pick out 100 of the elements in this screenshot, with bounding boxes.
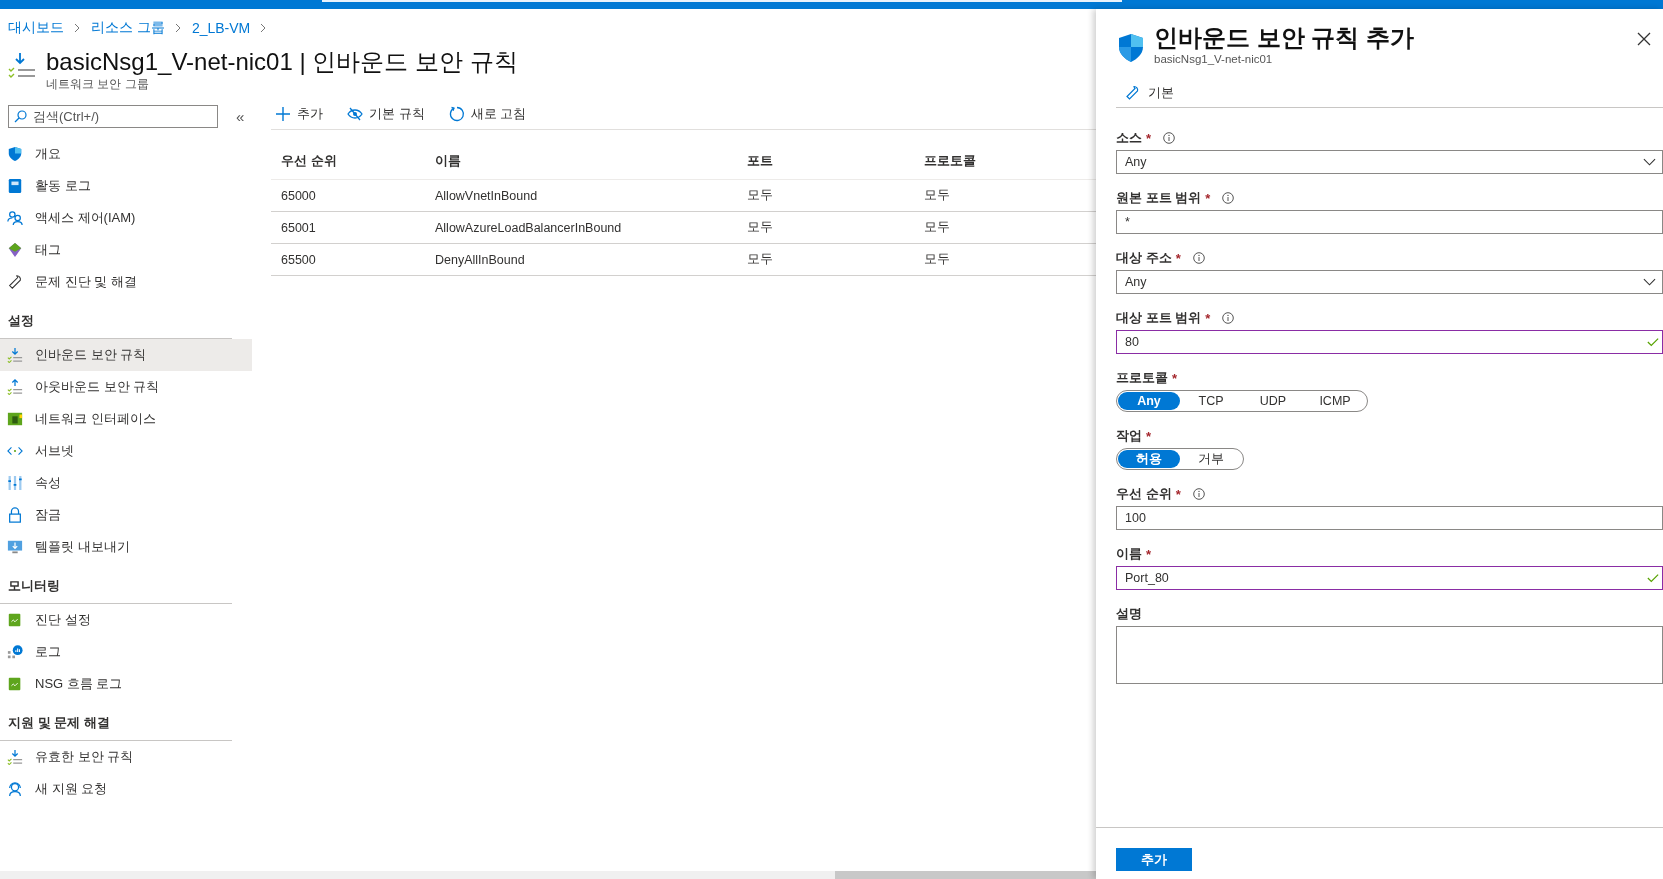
field-label: 대상 주소 [1116, 249, 1172, 267]
plus-icon [275, 106, 291, 122]
required-mark: * [1175, 486, 1181, 502]
field-label: 원본 포트 범위 [1116, 189, 1202, 207]
sidebar-item[interactable]: 문제 진단 및 해결 [0, 266, 252, 298]
wrench-icon [1124, 85, 1140, 101]
chevron-right-icon [260, 23, 268, 33]
table-cell: 65001 [271, 211, 425, 244]
dropdown[interactable]: Any [1116, 150, 1663, 174]
people-icon [7, 210, 23, 226]
table-cell: DenyAllInBound [425, 243, 737, 276]
required-mark: * [1205, 190, 1211, 206]
description-field[interactable] [1116, 626, 1663, 684]
input-field[interactable]: 80 [1116, 330, 1663, 354]
info-icon[interactable] [1222, 312, 1235, 324]
close-icon [1637, 32, 1651, 46]
toggle-option[interactable]: TCP [1180, 392, 1242, 410]
section-heading: 지원 및 문제 해결 [0, 700, 232, 741]
toggle-option[interactable]: 거부 [1180, 450, 1242, 468]
column-header: 이름 [425, 143, 737, 180]
table-cell: AllowAzureLoadBalancerInBound [425, 211, 737, 244]
input-field[interactable]: Port_80 [1116, 566, 1663, 590]
sidebar-item[interactable]: 유효한 보안 규칙 [0, 741, 252, 773]
list-download-icon [7, 749, 23, 765]
checkmark-icon [1647, 573, 1659, 583]
required-mark: * [1146, 546, 1152, 562]
sidebar-item[interactable]: 활동 로그 [0, 170, 252, 202]
toolbar-button[interactable]: 기본 규칙 [343, 105, 429, 123]
tab[interactable]: 기본 [1124, 84, 1174, 102]
person-headset-icon [7, 781, 23, 797]
toggle-option[interactable]: UDP [1242, 392, 1304, 410]
search-icon [14, 110, 27, 123]
book-icon [7, 178, 23, 194]
toolbar-button[interactable]: 추가 [271, 105, 327, 123]
sidebar-item[interactable]: 아웃바운드 보안 규칙 [0, 371, 252, 403]
info-icon[interactable] [1192, 488, 1205, 500]
breadcrumb-link[interactable]: 리소스 그룹 [91, 19, 165, 37]
chevron-right-icon [174, 23, 182, 33]
sidebar-item[interactable]: 네트워크 인터페이스 [0, 403, 252, 435]
info-icon[interactable] [1163, 132, 1176, 144]
table-cell: 모두 [737, 211, 914, 244]
breadcrumb-link[interactable]: 2_LB-VM [191, 20, 251, 36]
eye-slash-icon [347, 106, 363, 122]
chart-bubble-icon [7, 644, 23, 660]
list-upload-icon [7, 379, 23, 395]
list-download-icon [7, 347, 23, 363]
chevron-right-icon [74, 23, 81, 33]
required-mark: * [1146, 428, 1152, 444]
info-icon[interactable] [1192, 252, 1205, 264]
table-cell: 65000 [271, 179, 425, 212]
add-button[interactable]: 추가 [1116, 848, 1192, 871]
info-icon[interactable] [1222, 192, 1235, 204]
scrollbar[interactable] [0, 871, 1096, 879]
close-button[interactable] [1637, 31, 1653, 47]
refresh-icon [448, 106, 465, 122]
table-cell: AllowVnetInBound [425, 179, 737, 212]
sidebar-item[interactable]: 서브넷 [0, 435, 252, 467]
sidebar-item[interactable]: 잠금 [0, 499, 252, 531]
sidebar-item[interactable]: 로그 [0, 636, 252, 668]
chevron-down-icon [1643, 158, 1656, 166]
network-card-icon [7, 411, 23, 427]
dropdown[interactable]: Any [1116, 270, 1663, 294]
sidebar-item[interactable]: 태그 [0, 234, 252, 266]
column-header: 우선 순위 [271, 143, 425, 180]
sidebar-item[interactable]: 진단 설정 [0, 604, 252, 636]
toggle-option[interactable]: ICMP [1304, 392, 1366, 410]
field-label: 대상 포트 범위 [1116, 309, 1202, 327]
lock-icon [7, 507, 23, 523]
required-mark: * [1205, 310, 1211, 326]
table-cell: 65500 [271, 243, 425, 276]
sliders-icon [7, 475, 23, 491]
required-mark: * [1146, 130, 1152, 146]
page-subtitle: 네트워크 보안 그룹 [46, 77, 150, 91]
search-field[interactable]: 검색(Ctrl+/) [8, 105, 218, 128]
shield-icon [1118, 33, 1144, 63]
sidebar-item[interactable]: 템플릿 내보내기 [0, 531, 252, 563]
checkmark-icon [1647, 337, 1659, 347]
column-header: 포트 [737, 143, 914, 180]
field-label: 작업 [1116, 427, 1142, 445]
shield-icon [7, 146, 23, 162]
sidebar-item[interactable]: 속성 [0, 467, 252, 499]
sidebar-item[interactable]: 새 지원 요청 [0, 773, 252, 805]
input-field[interactable]: * [1116, 210, 1663, 234]
toggle-option[interactable]: 허용 [1118, 450, 1180, 468]
section-heading: 모니터링 [0, 563, 232, 604]
field-label: 소스 [1116, 129, 1142, 147]
sidebar-item[interactable]: 액세스 제어(IAM) [0, 202, 252, 234]
sidebar-item[interactable]: 개요 [0, 138, 252, 170]
breadcrumb-link[interactable]: 대시보드 [8, 19, 64, 37]
wrench-icon [7, 274, 23, 290]
table-cell: 모두 [737, 243, 914, 276]
field-label: 프로토콜 [1116, 369, 1168, 387]
sidebar-item[interactable]: 인바운드 보안 규칙 [0, 339, 252, 371]
sidebar-item[interactable]: NSG 흐름 로그 [0, 668, 252, 700]
input-field[interactable]: 100 [1116, 506, 1663, 530]
toolbar-button[interactable]: 새로 고침 [444, 105, 531, 123]
panel-title: 인바운드 보안 규칙 추가 [1154, 23, 1414, 53]
toggle-option[interactable]: Any [1118, 392, 1180, 410]
collapse-button[interactable]: « [236, 108, 245, 125]
monitor-download-icon [7, 539, 23, 555]
